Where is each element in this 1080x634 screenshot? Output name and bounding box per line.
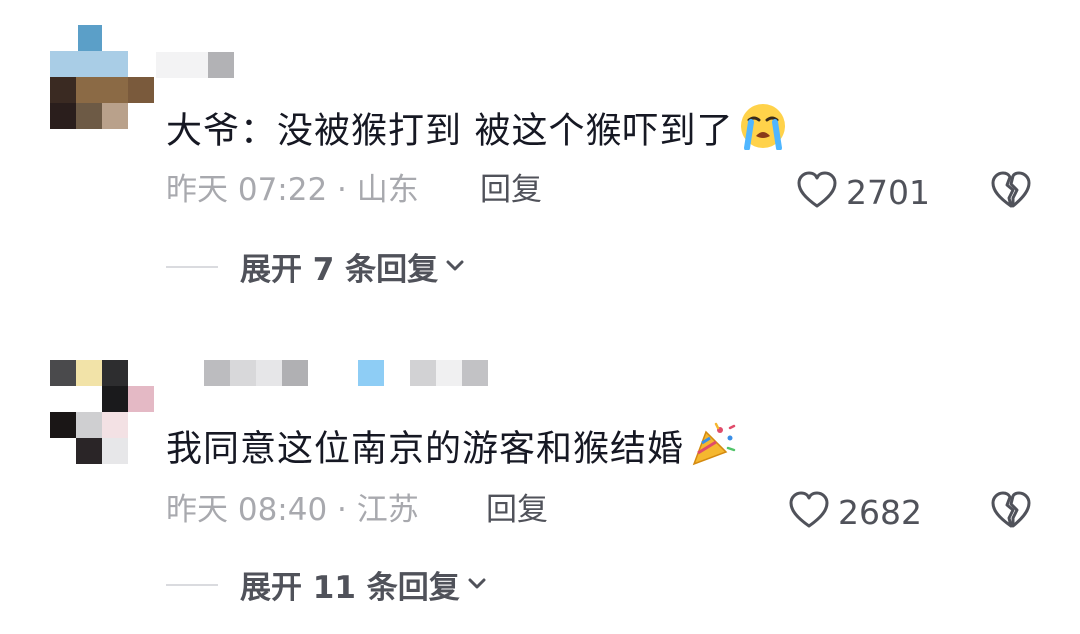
- broken-heart-icon: [990, 491, 1032, 534]
- comment-location: 山东: [356, 172, 419, 208]
- comment-text: 大爷：没被猴打到 被这个猴吓到了: [166, 102, 787, 163]
- comment-text: 我同意这位南京的游客和猴结婚: [166, 420, 738, 481]
- broken-heart-icon: [990, 171, 1032, 214]
- chevron-down-icon: [446, 257, 464, 276]
- like-count: 2682: [838, 492, 922, 532]
- comment-meta: 昨天 07:22 · 山东: [166, 170, 419, 210]
- meta-separator: ·: [327, 492, 357, 528]
- heart-icon: [796, 170, 838, 214]
- dislike-button[interactable]: [990, 490, 1032, 534]
- party-popper-icon: [690, 420, 738, 481]
- crying-face-icon: [739, 102, 787, 163]
- comment-text-body: 大爷：没被猴打到 被这个猴吓到了: [166, 110, 734, 152]
- heart-icon: [788, 490, 830, 534]
- meta-separator: ·: [327, 172, 357, 208]
- comment-location: 江苏: [356, 492, 419, 528]
- divider-line: [166, 265, 218, 268]
- expand-replies-button[interactable]: 展开 7 条回复: [166, 244, 464, 289]
- expand-replies-label: 展开 11 条回复: [240, 570, 460, 606]
- comment-time: 昨天 08:40: [166, 492, 328, 528]
- avatar[interactable]: [50, 360, 156, 466]
- reply-button[interactable]: 回复: [486, 490, 548, 530]
- like-button[interactable]: 2682: [788, 490, 922, 534]
- comment-item: 我同意这位南京的游客和猴结婚 昨天 08:40 · 江苏 回复 2682 展开 …: [0, 340, 1080, 634]
- like-count: 2701: [846, 172, 930, 212]
- comment-meta: 昨天 08:40 · 江苏: [166, 490, 419, 530]
- divider-line: [166, 583, 218, 586]
- comment-item: 大爷：没被猴打到 被这个猴吓到了 昨天 07:22 · 山东 回复 2701 展…: [0, 0, 1080, 320]
- expand-replies-button[interactable]: 展开 11 条回复: [166, 562, 486, 607]
- expand-replies-label: 展开 7 条回复: [240, 252, 439, 288]
- chevron-down-icon: [468, 575, 486, 594]
- like-button[interactable]: 2701: [796, 170, 930, 214]
- avatar[interactable]: [50, 25, 156, 131]
- comment-text-body: 我同意这位南京的游客和猴结婚: [166, 428, 685, 470]
- dislike-button[interactable]: [990, 170, 1032, 214]
- reply-button[interactable]: 回复: [480, 170, 542, 210]
- comment-time: 昨天 07:22: [166, 172, 328, 208]
